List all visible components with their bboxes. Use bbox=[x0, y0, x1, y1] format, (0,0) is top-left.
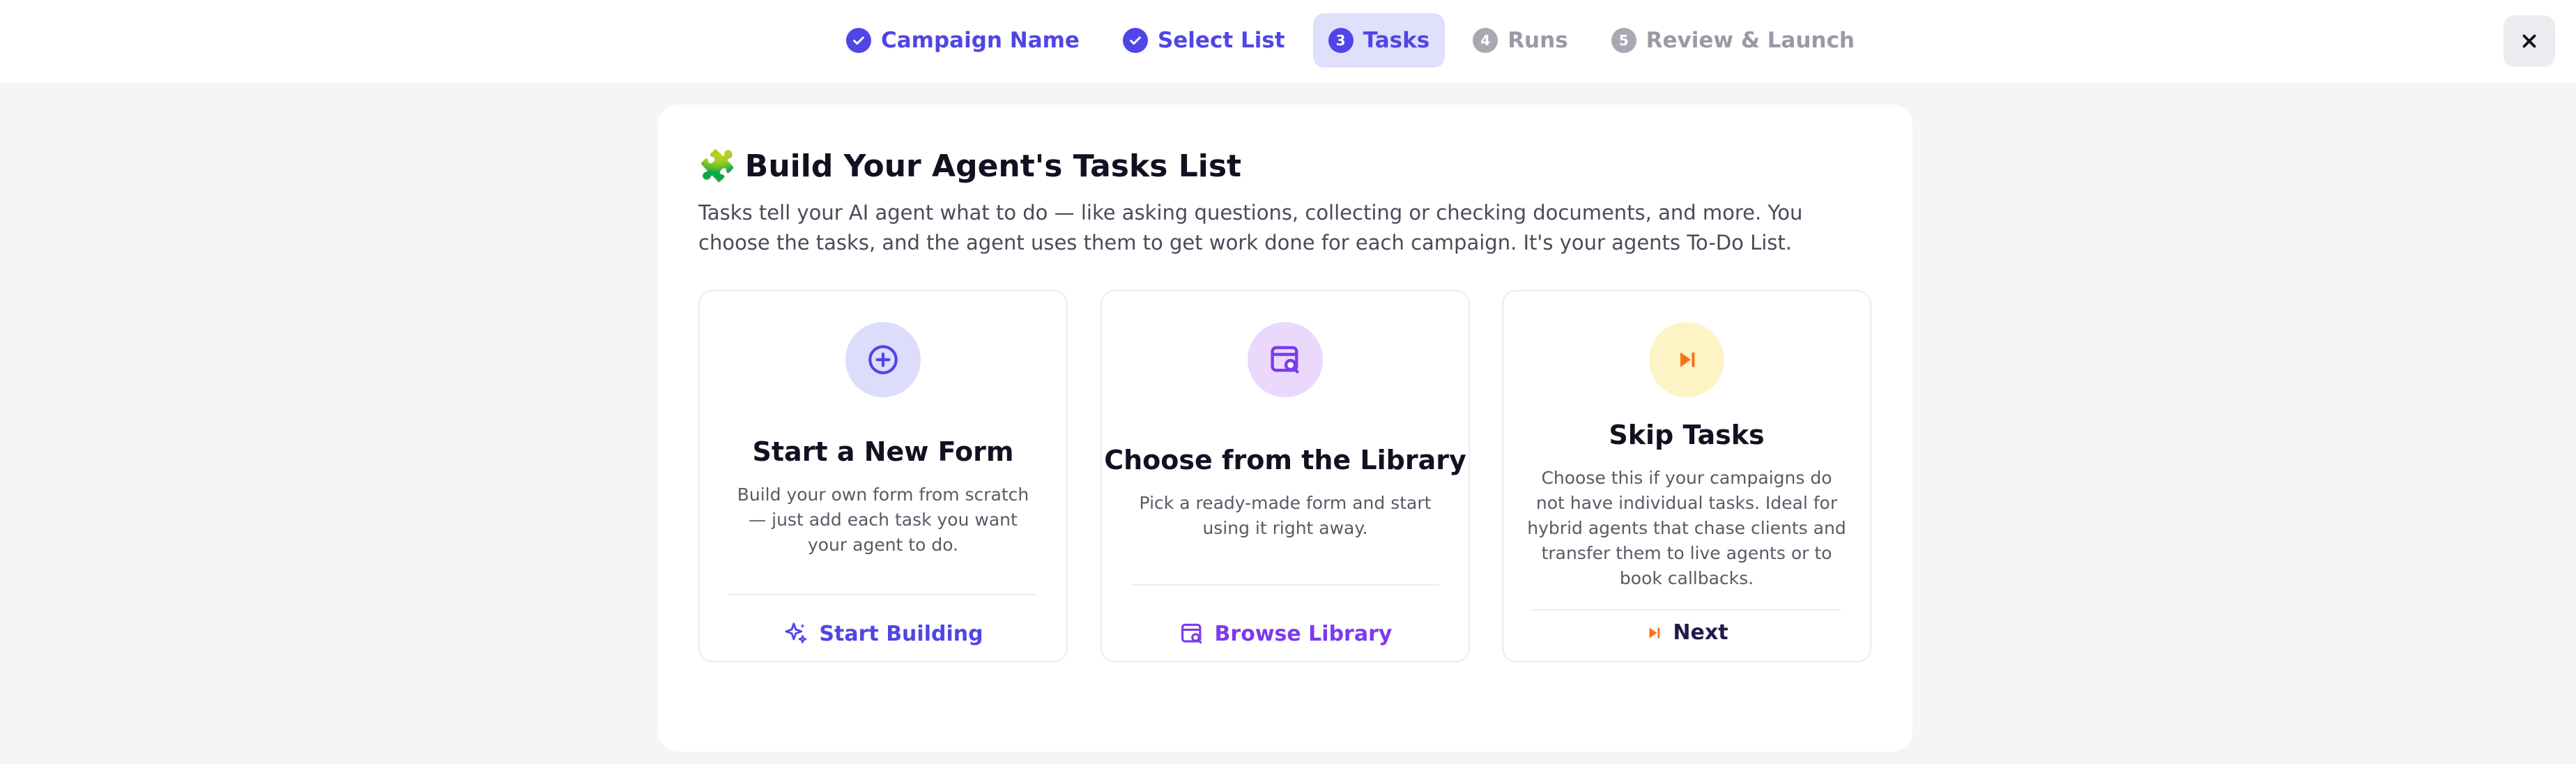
step-number: 4 bbox=[1473, 28, 1498, 53]
next-button[interactable]: Next bbox=[1503, 620, 1870, 645]
step-label: Review & Launch bbox=[1646, 28, 1855, 53]
tasks-panel: 🧩 Build Your Agent's Tasks List Tasks te… bbox=[658, 105, 1912, 751]
action-label: Next bbox=[1673, 620, 1728, 645]
close-button[interactable] bbox=[2504, 15, 2555, 67]
card-title: Start a New Form bbox=[752, 436, 1014, 467]
card-title: Skip Tasks bbox=[1609, 420, 1765, 450]
page-title: 🧩 Build Your Agent's Tasks List bbox=[698, 148, 1242, 185]
plus-circle-icon bbox=[845, 322, 921, 397]
step-number: 5 bbox=[1611, 28, 1636, 53]
card-description: Pick a ready-made form and start using i… bbox=[1139, 493, 1432, 538]
wizard-steps: Campaign Name Select List 3 Tasks 4 Runs… bbox=[831, 13, 1870, 68]
check-icon bbox=[846, 28, 871, 53]
start-building-button[interactable]: Start Building bbox=[700, 620, 1066, 647]
step-number: 3 bbox=[1328, 28, 1354, 53]
step-label: Runs bbox=[1508, 28, 1568, 53]
action-label: Browse Library bbox=[1214, 621, 1393, 646]
action-label: Start Building bbox=[819, 621, 983, 646]
step-tasks[interactable]: 3 Tasks bbox=[1312, 13, 1446, 68]
card-new-form[interactable]: Start a New Form Build your own form fro… bbox=[698, 290, 1068, 662]
card-description: Build your own form from scratch — just … bbox=[737, 484, 1029, 555]
card-divider bbox=[1533, 609, 1841, 611]
library-search-icon bbox=[1181, 623, 1202, 644]
card-title: Choose from the Library bbox=[1104, 445, 1466, 475]
library-search-icon bbox=[1248, 322, 1323, 397]
step-label: Campaign Name bbox=[881, 28, 1080, 53]
browse-library-button[interactable]: Browse Library bbox=[1102, 620, 1469, 647]
card-skip-tasks[interactable]: Skip Tasks Choose this if your campaigns… bbox=[1502, 290, 1871, 662]
check-icon bbox=[1122, 28, 1148, 53]
step-label: Select List bbox=[1157, 28, 1285, 53]
card-description: Choose this if your campaigns do not hav… bbox=[1527, 468, 1846, 588]
page-title-text: Build Your Agent's Tasks List bbox=[744, 148, 1242, 184]
card-divider bbox=[1131, 584, 1439, 586]
close-icon bbox=[2522, 34, 2536, 48]
card-library[interactable]: Choose from the Library Pick a ready-mad… bbox=[1101, 290, 1470, 662]
puzzle-icon: 🧩 bbox=[698, 148, 737, 184]
skip-forward-icon bbox=[1649, 322, 1724, 397]
sparkles-icon bbox=[785, 622, 807, 643]
step-review-launch[interactable]: 5 Review & Launch bbox=[1596, 13, 1870, 68]
card-divider bbox=[729, 594, 1037, 595]
step-runs[interactable]: 4 Runs bbox=[1457, 13, 1583, 68]
step-label: Tasks bbox=[1363, 28, 1430, 53]
skip-forward-icon bbox=[1649, 627, 1660, 639]
step-campaign-name[interactable]: Campaign Name bbox=[831, 13, 1095, 68]
wizard-header: Campaign Name Select List 3 Tasks 4 Runs… bbox=[0, 0, 2576, 82]
step-select-list[interactable]: Select List bbox=[1107, 13, 1301, 68]
page-description: Tasks tell your AI agent what to do — li… bbox=[698, 201, 1803, 254]
